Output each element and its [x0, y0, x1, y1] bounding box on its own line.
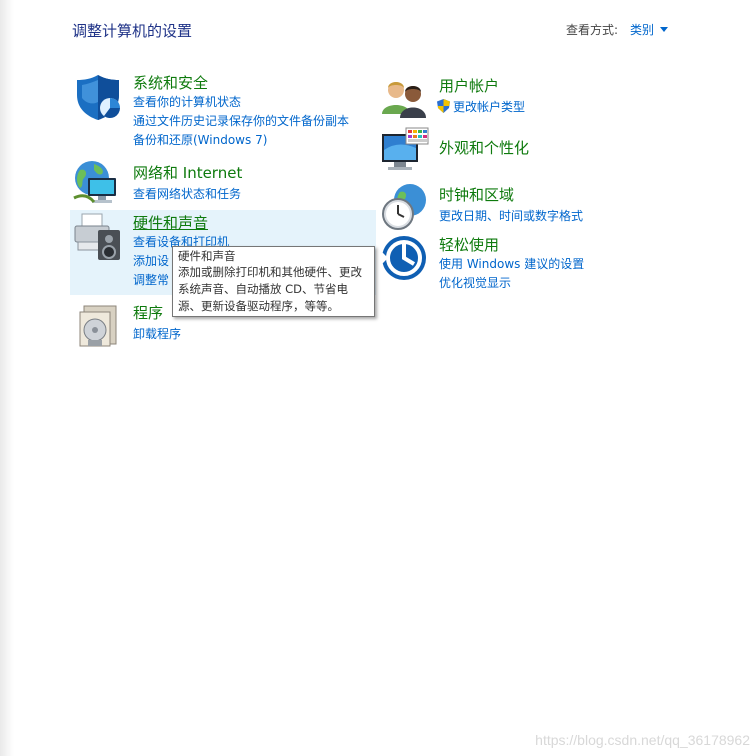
printer-speaker-icon[interactable] [72, 212, 122, 262]
ease-of-access-icon[interactable] [380, 234, 430, 284]
clock-globe-icon[interactable] [380, 182, 430, 232]
category-appearance: 外观和个性化 [380, 126, 680, 176]
category-title-hardware-sound[interactable]: 硬件和声音 [133, 212, 208, 233]
uac-shield-icon [437, 99, 450, 113]
link-file-history-backup[interactable]: 通过文件历史记录保存你的文件备份副本 [133, 112, 349, 129]
category-title-ease-access[interactable]: 轻松使用 [439, 234, 499, 255]
tooltip-line: 源、更新设备驱动程序，等等。 [178, 299, 339, 313]
category-clock-region: 时钟和区域 更改日期、时间或数字格式 [380, 182, 680, 230]
tooltip-line: 添加或删除打印机和其他硬件、更改 [178, 265, 362, 279]
view-by-value[interactable]: 类别 [630, 23, 654, 37]
view-by: 查看方式: 类别 [566, 21, 669, 38]
view-by-label: 查看方式: [566, 23, 619, 37]
category-user-accounts: 用户帐户 更改帐户类型 [380, 72, 680, 118]
category-title-network[interactable]: 网络和 Internet [133, 162, 242, 183]
category-title-appearance[interactable]: 外观和个性化 [439, 137, 529, 158]
chevron-down-icon[interactable] [660, 27, 669, 32]
category-ease-access: 轻松使用 使用 Windows 建议的设置 优化视觉显示 [380, 234, 680, 292]
page-title: 调整计算机的设置 [72, 22, 193, 40]
tooltip-hardware-sound: 硬件和声音 添加或删除打印机和其他硬件、更改 系统声音、自动播放 CD、节省电 … [172, 246, 375, 317]
category-title-system-security[interactable]: 系统和安全 [133, 72, 208, 93]
tooltip-line: 系统声音、自动播放 CD、节省电 [178, 282, 349, 296]
category-title-user-accounts[interactable]: 用户帐户 [439, 75, 499, 96]
category-title-programs[interactable]: 程序 [133, 302, 163, 323]
link-add-device[interactable]: 添加设 [133, 252, 169, 269]
view-by-dropdown[interactable]: 类别 [630, 23, 669, 37]
category-network: 网络和 Internet 查看网络状态和任务 [72, 158, 372, 204]
left-edge-shadow [0, 0, 14, 756]
link-change-account-type-label[interactable]: 更改帐户类型 [453, 100, 525, 114]
programs-box-icon[interactable] [74, 300, 124, 350]
tooltip-title: 硬件和声音 [178, 249, 236, 263]
link-network-status[interactable]: 查看网络状态和任务 [133, 185, 241, 202]
link-uninstall-program[interactable]: 卸载程序 [133, 325, 181, 342]
link-change-date-time[interactable]: 更改日期、时间或数字格式 [439, 207, 583, 224]
shield-icon[interactable] [74, 72, 124, 122]
link-change-account-type[interactable]: 更改帐户类型 [437, 98, 525, 115]
monitor-palette-icon[interactable] [380, 126, 430, 176]
link-view-computer-status[interactable]: 查看你的计算机状态 [133, 93, 241, 110]
category-system-security: 系统和安全 查看你的计算机状态 通过文件历史记录保存你的文件备份副本 备份和还原… [72, 70, 372, 150]
network-globe-icon[interactable] [72, 158, 122, 208]
users-icon[interactable] [380, 74, 430, 124]
link-optimize-visual[interactable]: 优化视觉显示 [439, 274, 511, 291]
link-backup-restore[interactable]: 备份和还原(Windows 7) [133, 131, 267, 148]
watermark: https://blog.csdn.net/qq_36178962 [535, 732, 750, 748]
link-recommended-settings[interactable]: 使用 Windows 建议的设置 [439, 255, 584, 272]
category-title-clock-region[interactable]: 时钟和区域 [439, 184, 514, 205]
link-adjust-settings[interactable]: 调整常 [133, 271, 169, 288]
